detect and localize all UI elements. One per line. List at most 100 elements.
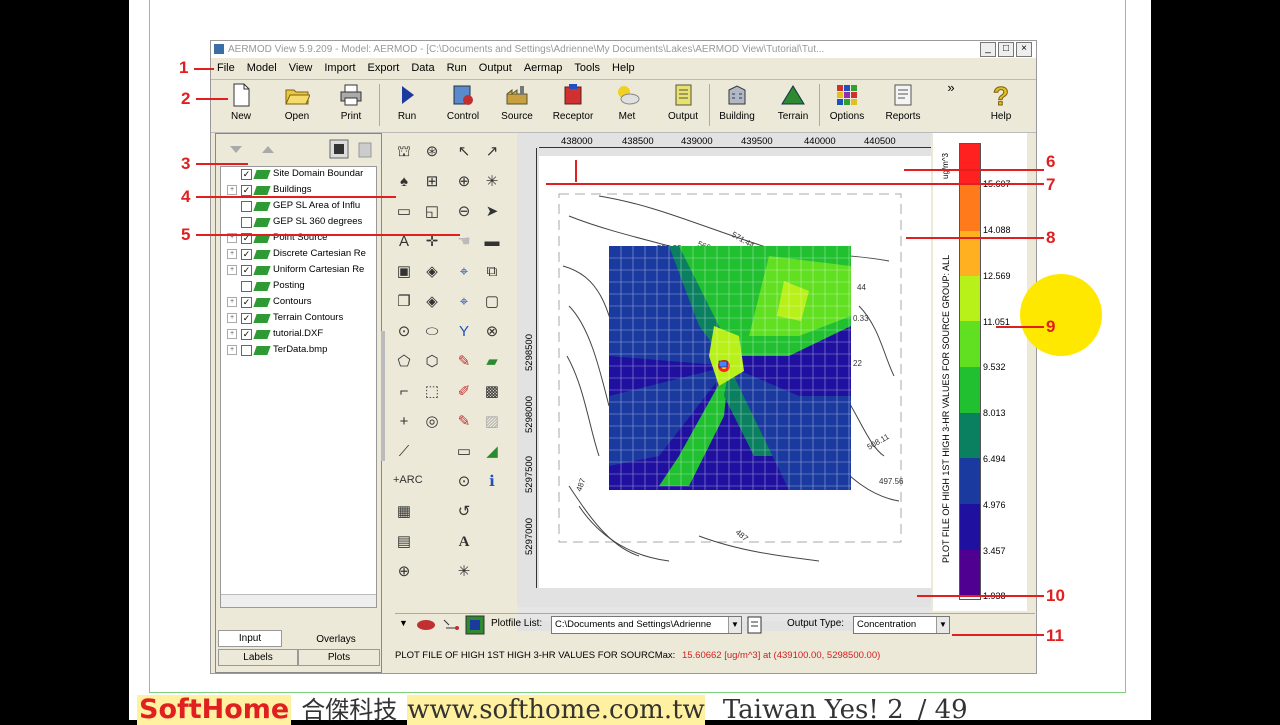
info-icon[interactable]: ℹ	[481, 471, 503, 493]
help-button[interactable]: ? Help	[977, 82, 1025, 122]
polygon-icon[interactable]: ⬠	[393, 351, 415, 373]
zoom-extent-icon[interactable]: ✳	[481, 171, 503, 193]
line-source-icon[interactable]: ⌐	[393, 381, 415, 403]
hex-icon[interactable]: ⬡	[421, 351, 443, 373]
edit-shape-icon[interactable]: ✐	[453, 381, 475, 403]
cube-red-icon[interactable]: ◈	[421, 291, 443, 313]
move-up-icon[interactable]	[258, 142, 278, 156]
layer-tutorial-dxf[interactable]: + ✓ tutorial.DXF	[227, 327, 323, 341]
layer-contours[interactable]: + ✓ Contours	[227, 295, 312, 309]
layer-buildings[interactable]: + ✓ Buildings	[227, 183, 312, 197]
menu-help[interactable]: Help	[606, 60, 641, 77]
rectangle-icon[interactable]: ▭	[453, 441, 475, 463]
add-node-icon[interactable]: ⌖	[453, 291, 475, 313]
target-icon[interactable]: ⊕	[393, 561, 415, 583]
menu-tools[interactable]: Tools	[568, 60, 606, 77]
map-canvas[interactable]: 550.33 560.89 571.44 44 0.33 22 508.11 4…	[539, 156, 931, 588]
menu-aermap[interactable]: Aermap	[518, 60, 569, 77]
layer-discrete-cartesian[interactable]: + ✓ Discrete Cartesian Re	[227, 247, 366, 261]
options-button[interactable]: Options	[823, 82, 871, 122]
menu-model[interactable]: Model	[241, 60, 283, 77]
arc-icon[interactable]: +ARC	[393, 469, 423, 491]
grid-fill-icon[interactable]: ▦	[393, 501, 415, 523]
lasso-icon[interactable]: ↺	[453, 501, 475, 523]
layer-checkbox[interactable]: ✓	[241, 184, 252, 196]
layer-checkbox[interactable]: ✓	[241, 168, 252, 180]
menu-view[interactable]: View	[283, 60, 319, 77]
building-button[interactable]: Building	[713, 82, 761, 122]
output-type-select[interactable]: Concentration ▼	[853, 616, 950, 634]
menu-export[interactable]: Export	[362, 60, 406, 77]
expand-toggle[interactable]: +	[227, 345, 237, 355]
text-tool-icon[interactable]: A	[453, 531, 475, 553]
new-button[interactable]: New	[217, 82, 265, 122]
plotfile-select[interactable]: C:\Documents and Settings\Adrienne ▼	[551, 616, 742, 634]
plus-icon[interactable]: +	[393, 411, 415, 433]
contour-layer-icon[interactable]	[415, 616, 437, 634]
layer-checkbox[interactable]	[241, 280, 252, 292]
globe-icon[interactable]: ⊗	[481, 321, 503, 343]
select-pointer-icon[interactable]: ↖	[453, 141, 475, 163]
ruler-icon[interactable]: ▬	[481, 231, 503, 253]
layer-posting[interactable]: Posting	[227, 279, 305, 293]
control-button[interactable]: Control	[439, 82, 487, 122]
split-icon[interactable]: Y	[453, 321, 475, 343]
menu-file[interactable]: File	[211, 60, 241, 77]
layer-plane-icon[interactable]: ▰	[481, 351, 503, 373]
menu-arrow[interactable]: ▼	[399, 618, 408, 628]
receptor-button[interactable]: Receptor	[549, 82, 597, 122]
tab-plots[interactable]: Plots	[298, 649, 380, 666]
expand-toggle[interactable]: +	[227, 265, 237, 275]
menu-data[interactable]: Data	[405, 60, 440, 77]
tab-overlays[interactable]: Overlays	[296, 632, 376, 647]
layer-terrain-contours[interactable]: + ✓ Terrain Contours	[227, 311, 343, 325]
tab-input[interactable]: Input	[218, 630, 282, 647]
dotted-box-icon[interactable]: ⬚	[421, 381, 443, 403]
layer-site-domain[interactable]: ✓ Site Domain Boundar	[227, 167, 363, 181]
text-box-icon[interactable]: ▭	[393, 201, 415, 223]
post-values-icon[interactable]	[441, 616, 463, 634]
area-circle-icon[interactable]: ⊛	[421, 141, 443, 163]
close-button[interactable]: ×	[1016, 42, 1032, 57]
minimize-button[interactable]: _	[980, 42, 996, 57]
menu-import[interactable]: Import	[318, 60, 361, 77]
layer-checkbox[interactable]	[241, 344, 252, 356]
layer-checkbox[interactable]	[241, 216, 252, 228]
expand-toggle[interactable]: +	[227, 185, 237, 195]
pan-arrow-icon[interactable]: ➤	[481, 201, 503, 223]
pencil-icon[interactable]: ✎	[453, 351, 475, 373]
expand-toggle[interactable]: +	[227, 249, 237, 259]
openpit-icon[interactable]: ▣	[393, 261, 415, 283]
output-button[interactable]: Output	[659, 82, 707, 122]
cylinder-icon[interactable]: ⬭	[421, 321, 443, 343]
menu-output[interactable]: Output	[473, 60, 518, 77]
line-node-icon[interactable]: ⟋	[393, 441, 415, 463]
circle-receptor-icon[interactable]: ◎	[421, 411, 443, 433]
profile-chart-icon[interactable]: ◢	[481, 441, 503, 463]
toolbar-overflow-button[interactable]: »	[941, 80, 961, 95]
raster-map-icon[interactable]	[465, 615, 485, 635]
stack-icon[interactable]: ⛫	[393, 141, 415, 163]
layer-checkbox[interactable]: ✓	[241, 296, 252, 308]
layer-checkbox[interactable]: ✓	[241, 328, 252, 340]
terrain-button[interactable]: Terrain	[769, 82, 817, 122]
expand-toggle[interactable]: +	[227, 329, 237, 339]
layer-checkbox[interactable]: ✓	[241, 312, 252, 324]
delete-shape-icon[interactable]: ✎	[453, 411, 475, 433]
expand-toggle[interactable]: +	[227, 313, 237, 323]
print-button[interactable]: Print	[327, 82, 375, 122]
tab-labels[interactable]: Labels	[218, 649, 298, 666]
plotfile-browse-icon[interactable]	[745, 615, 765, 635]
table-icon[interactable]: ▤	[393, 531, 415, 553]
zoom-in-icon[interactable]: ⊕	[453, 171, 475, 193]
move-down-icon[interactable]	[226, 142, 246, 156]
layer-uniform-cartesian[interactable]: + ✓ Uniform Cartesian Re	[227, 263, 364, 277]
zoom-out-icon[interactable]: ⊖	[453, 201, 475, 223]
north-arrow-icon[interactable]: ✳	[453, 561, 475, 583]
volume-icon[interactable]: ❐	[393, 291, 415, 313]
plot-area[interactable]: 438000 438500 439000 439500 440000 44050…	[517, 133, 931, 631]
rect-select-icon[interactable]: ▢	[481, 291, 503, 313]
delete-layer-icon[interactable]	[354, 138, 376, 160]
copy-icon[interactable]: ⧉	[481, 261, 503, 283]
grid-icon[interactable]: ⊞	[421, 171, 443, 193]
